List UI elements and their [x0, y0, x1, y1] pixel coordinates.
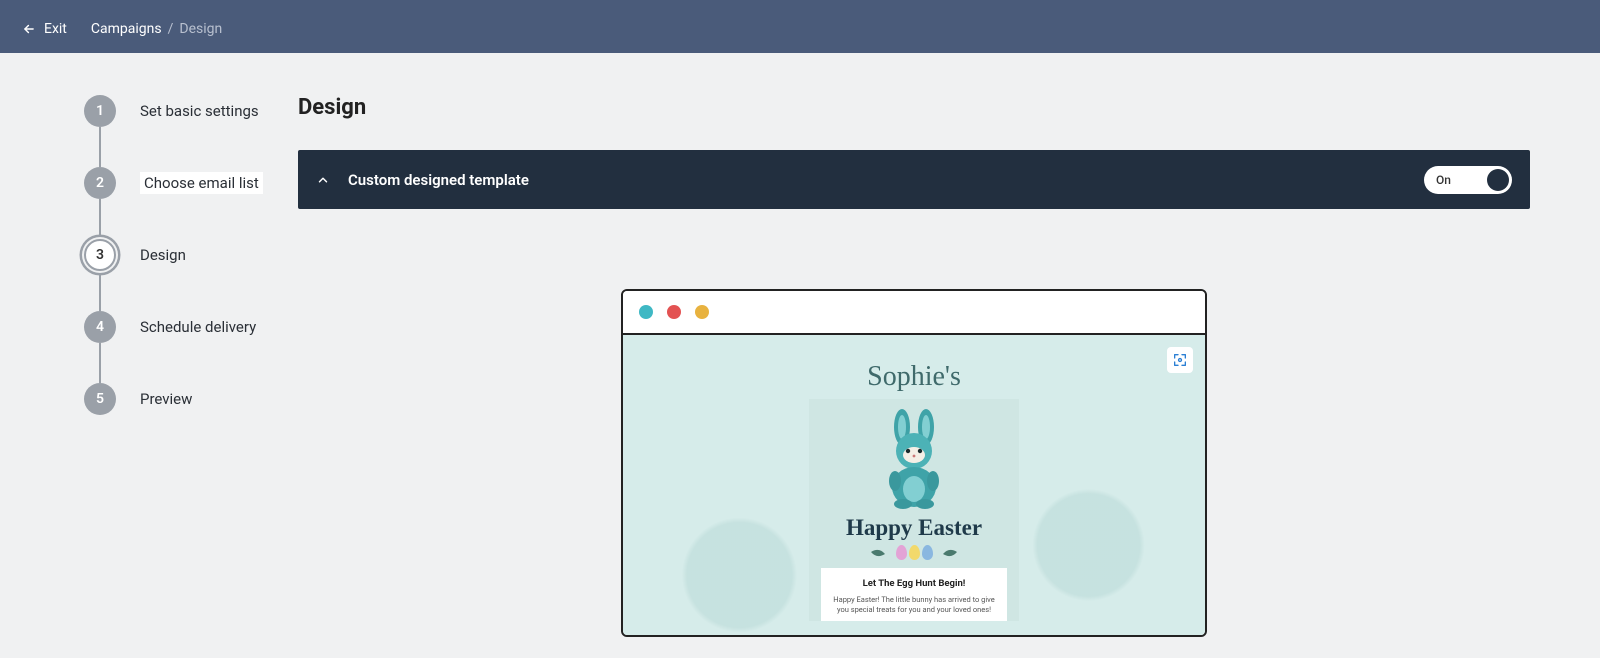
exit-link[interactable]: Exit [22, 21, 67, 37]
template-toggle[interactable]: On [1424, 166, 1512, 194]
accordion-title: Custom designed template [348, 171, 529, 189]
step-label-3: Design [140, 246, 186, 264]
browser-mock-header [623, 291, 1205, 335]
step-label-5: Preview [140, 390, 192, 408]
email-preview-canvas: Sophie's [623, 335, 1205, 635]
exit-label: Exit [44, 21, 67, 37]
breadcrumb: Campaigns / Design [91, 21, 222, 37]
step-design[interactable]: 3 Design [84, 239, 298, 311]
email-card: Happy Easter Let The Egg Hunt Begin! Hap… [809, 399, 1019, 621]
email-box-title: Let The Egg Hunt Begin! [831, 578, 997, 589]
step-label-1: Set basic settings [140, 102, 259, 120]
window-dot-red-icon [667, 305, 681, 319]
wizard-steps-sidebar: 1 Set basic settings 2 Choose email list… [0, 53, 298, 637]
toggle-knob [1487, 169, 1509, 191]
breadcrumb-current: Design [179, 21, 222, 37]
email-headline: Happy Easter [815, 515, 1013, 541]
egg-blue-icon [922, 545, 933, 560]
step-number-4: 4 [84, 311, 116, 343]
email-text-box: Let The Egg Hunt Begin! Happy Easter! Th… [821, 568, 1007, 621]
window-dot-teal-icon [639, 305, 653, 319]
main-content: Design Custom designed template On [298, 53, 1600, 637]
arrow-left-icon [22, 22, 36, 36]
browser-mock-frame: Sophie's [621, 289, 1207, 637]
step-number-3: 3 [84, 239, 116, 271]
leaf-left-icon [863, 549, 885, 559]
step-preview[interactable]: 5 Preview [84, 383, 298, 415]
step-schedule-delivery[interactable]: 4 Schedule delivery [84, 311, 298, 383]
breadcrumb-separator: / [168, 21, 174, 37]
email-brand-name: Sophie's [623, 361, 1205, 393]
breadcrumb-campaigns[interactable]: Campaigns [91, 21, 162, 37]
fullscreen-icon [1172, 352, 1188, 368]
step-basic-settings[interactable]: 1 Set basic settings [84, 95, 298, 167]
egg-pink-icon [896, 545, 907, 560]
chevron-up-icon [316, 173, 330, 187]
toggle-label: On [1436, 173, 1451, 187]
template-preview-wrap: Sophie's [298, 289, 1530, 637]
step-number-2: 2 [84, 167, 116, 199]
page-title: Design [298, 95, 1530, 120]
step-label-2: Choose email list [140, 172, 263, 194]
top-navigation-bar: Exit Campaigns / Design [0, 4, 1600, 53]
step-choose-email-list[interactable]: 2 Choose email list [84, 167, 298, 239]
egg-yellow-icon [909, 545, 920, 560]
leaf-right-icon [943, 549, 965, 559]
easter-eggs-decoration [815, 545, 1013, 560]
email-box-text: Happy Easter! The little bunny has arriv… [831, 595, 997, 615]
step-label-4: Schedule delivery [140, 318, 256, 336]
fullscreen-button[interactable] [1167, 347, 1193, 373]
step-number-1: 1 [84, 95, 116, 127]
window-dot-yellow-icon [695, 305, 709, 319]
bunny-illustration [878, 409, 950, 509]
step-number-5: 5 [84, 383, 116, 415]
bunny-icon [878, 409, 950, 509]
accordion-custom-template[interactable]: Custom designed template On [298, 150, 1530, 209]
